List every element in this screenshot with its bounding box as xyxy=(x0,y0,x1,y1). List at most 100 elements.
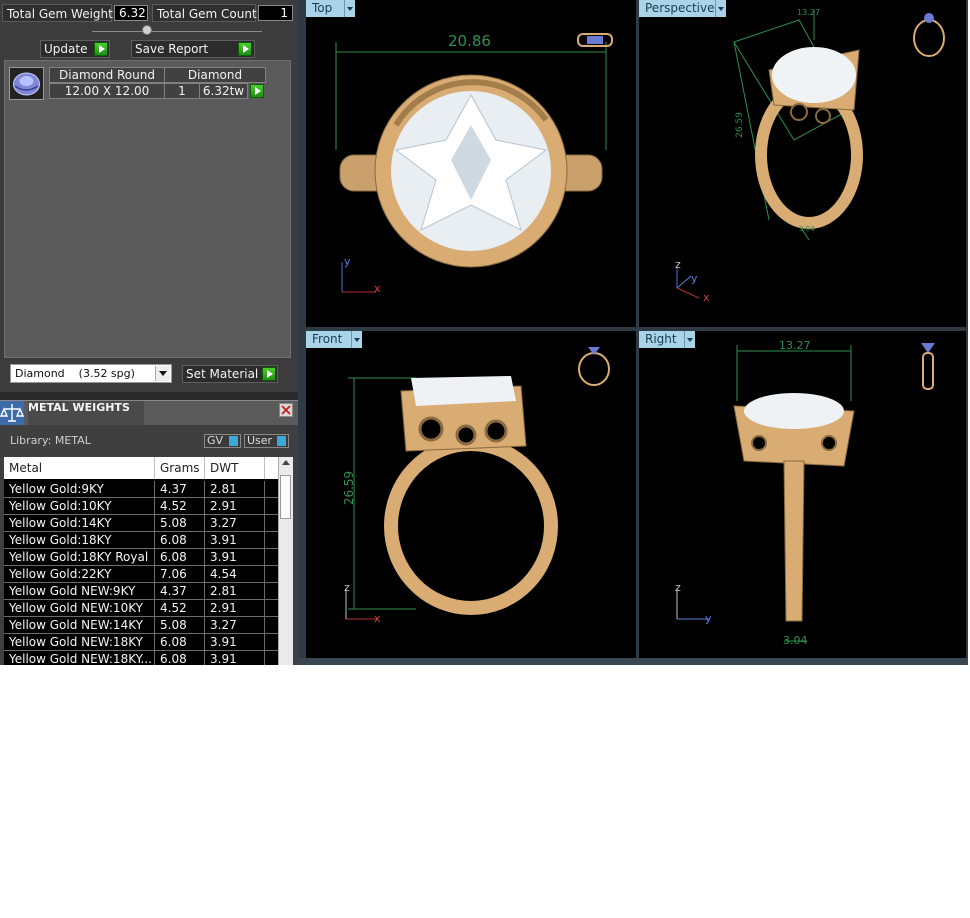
total-gem-weight-label: Total Gem Weight xyxy=(2,4,113,22)
metal-name-cell: Yellow Gold:9KY xyxy=(4,481,155,497)
metal-row[interactable]: Yellow Gold NEW:9KY 4.37 2.81 xyxy=(4,583,278,600)
right-shank-dimension: 3.04 xyxy=(783,634,808,647)
update-go-icon[interactable] xyxy=(94,42,108,56)
splitter-track xyxy=(92,31,262,32)
metal-name-cell: Yellow Gold:22KY xyxy=(4,566,155,582)
metal-name-cell: Yellow Gold:10KY xyxy=(4,498,155,514)
perspective-axis-z: z xyxy=(675,258,681,271)
metal-weights-title: METAL WEIGHTS xyxy=(28,401,130,414)
scroll-up-icon[interactable] xyxy=(282,460,290,465)
metal-row[interactable]: Yellow Gold:10KY 4.52 2.91 xyxy=(4,498,278,515)
scale-icon xyxy=(0,401,24,425)
gem-list: Diamond Round Diamond 12.00 X 12.00 1 6.… xyxy=(4,60,291,358)
metal-name-cell: Yellow Gold NEW:9KY xyxy=(4,583,155,599)
diamond-thumbnail[interactable] xyxy=(9,67,44,100)
gem-row-go-icon[interactable] xyxy=(250,84,264,98)
gv-toggle[interactable]: GV xyxy=(204,434,241,448)
gem-size-cell: 12.00 X 12.00 xyxy=(49,83,165,99)
splitter-handle[interactable] xyxy=(142,25,152,35)
top-view-width-dimension: 20.86 xyxy=(448,32,491,50)
scroll-thumb[interactable] xyxy=(280,475,291,519)
metal-row[interactable]: Yellow Gold:18KY Royal 6.08 3.91 xyxy=(4,549,278,566)
metal-grams-cell: 6.08 xyxy=(155,634,205,650)
metal-name-cell: Yellow Gold:14KY xyxy=(4,515,155,531)
library-label: Library: METAL xyxy=(10,434,91,447)
material-select-value: Diamond (3.52 spg) xyxy=(15,367,135,380)
metal-grams-cell: 4.37 xyxy=(155,583,205,599)
metal-name-cell: Yellow Gold NEW:18KY... xyxy=(4,651,155,665)
viewport-area: Top 20.86 y x Perspective 13.27 26.59 3.… xyxy=(298,0,968,665)
metal-row[interactable]: Yellow Gold:14KY 5.08 3.27 xyxy=(4,515,278,532)
front-viewport[interactable]: Front 26.59 z x xyxy=(306,331,636,658)
metal-row[interactable]: Yellow Gold NEW:18KY 6.08 3.91 xyxy=(4,634,278,651)
metal-name-cell: Yellow Gold NEW:10KY xyxy=(4,600,155,616)
metal-dwt-cell: 2.91 xyxy=(205,498,265,514)
metal-row[interactable]: Yellow Gold:9KY 4.37 2.81 xyxy=(4,481,278,498)
metal-dwt-cell: 2.81 xyxy=(205,583,265,599)
metal-table-scrollbar[interactable] xyxy=(278,457,293,665)
metal-row[interactable]: Yellow Gold:22KY 7.06 4.54 xyxy=(4,566,278,583)
panel-separator xyxy=(0,392,298,400)
perspective-viewport[interactable]: Perspective 13.27 26.59 3.04 z y x xyxy=(639,0,966,327)
top-viewport[interactable]: Top 20.86 y x xyxy=(306,0,636,327)
metal-row[interactable]: Yellow Gold NEW:18KY... 6.08 3.91 xyxy=(4,651,278,665)
metal-dwt-cell: 3.27 xyxy=(205,515,265,531)
front-axis-x: x xyxy=(374,612,381,625)
metal-dwt-cell: 2.81 xyxy=(205,481,265,497)
column-header-dwt[interactable]: DWT xyxy=(205,457,265,479)
gem-header-stone: Diamond xyxy=(164,67,266,83)
perspective-height-dimension: 26.59 xyxy=(734,112,745,138)
right-width-dimension: 13.27 xyxy=(779,339,811,352)
metal-grams-cell: 4.52 xyxy=(155,600,205,616)
metal-name-cell: Yellow Gold NEW:14KY xyxy=(4,617,155,633)
user-toggle-label: User xyxy=(247,434,273,447)
viewport-status-strip xyxy=(298,658,968,665)
column-header-metal[interactable]: Metal xyxy=(4,457,155,479)
chevron-down-icon xyxy=(155,366,170,381)
metal-grams-cell: 4.37 xyxy=(155,481,205,497)
gem-header-shape: Diamond Round xyxy=(49,67,165,83)
perspective-axis-y: y xyxy=(691,272,698,285)
metal-weights-header: METAL WEIGHTS xyxy=(0,400,298,426)
metal-dwt-cell: 3.27 xyxy=(205,617,265,633)
close-icon[interactable] xyxy=(279,403,293,417)
gem-qty-cell: 1 xyxy=(164,83,200,99)
metal-grams-cell: 6.08 xyxy=(155,651,205,665)
metal-grams-cell: 6.08 xyxy=(155,532,205,548)
save-report-go-icon[interactable] xyxy=(238,42,252,56)
right-viewport[interactable]: Right 13.27 3.04 z y xyxy=(639,331,966,658)
metal-weights-table: Metal Grams DWT Yellow Gold:9KY 4.37 2.81 Y… xyxy=(4,457,278,665)
save-report-button[interactable]: Save Report xyxy=(131,40,255,58)
metal-row[interactable]: Yellow Gold NEW:10KY 4.52 2.91 xyxy=(4,600,278,617)
gv-toggle-label: GV xyxy=(207,434,224,447)
metal-dwt-cell: 3.91 xyxy=(205,532,265,548)
metal-name-cell: Yellow Gold:18KY xyxy=(4,532,155,548)
column-header-spacer xyxy=(265,457,278,479)
metal-grams-cell: 4.52 xyxy=(155,498,205,514)
top-axis-y: y xyxy=(344,255,351,268)
round-diamond-icon xyxy=(13,72,40,96)
right-axis-z: z xyxy=(675,581,681,594)
perspective-shank-dimension: 3.04 xyxy=(799,225,815,233)
save-report-button-label: Save Report xyxy=(135,42,209,56)
column-header-grams[interactable]: Grams xyxy=(155,457,205,479)
metal-dwt-cell: 3.91 xyxy=(205,651,265,665)
set-material-button-label: Set Material xyxy=(186,367,259,381)
metal-name-cell: Yellow Gold NEW:18KY xyxy=(4,634,155,650)
metal-dwt-cell: 3.91 xyxy=(205,549,265,565)
perspective-axis-x: x xyxy=(703,291,710,304)
metal-grams-cell: 6.08 xyxy=(155,549,205,565)
metal-grams-cell: 7.06 xyxy=(155,566,205,582)
front-height-dimension: 26.59 xyxy=(342,470,357,506)
material-select[interactable]: Diamond (3.52 spg) xyxy=(10,364,172,383)
top-axis-x: x xyxy=(374,282,381,295)
metal-grams-cell: 5.08 xyxy=(155,617,205,633)
metal-row[interactable]: Yellow Gold:18KY 6.08 3.91 xyxy=(4,532,278,549)
user-toggle[interactable]: User xyxy=(244,434,289,448)
metal-name-cell: Yellow Gold:18KY Royal xyxy=(4,549,155,565)
gem-weight-cell: 6.32tw xyxy=(199,83,248,99)
metal-row[interactable]: Yellow Gold NEW:14KY 5.08 3.27 xyxy=(4,617,278,634)
total-gem-weight-value: 6.32 xyxy=(114,5,148,21)
perspective-top-dimension: 13.27 xyxy=(797,8,820,17)
set-material-go-icon[interactable] xyxy=(262,367,276,381)
